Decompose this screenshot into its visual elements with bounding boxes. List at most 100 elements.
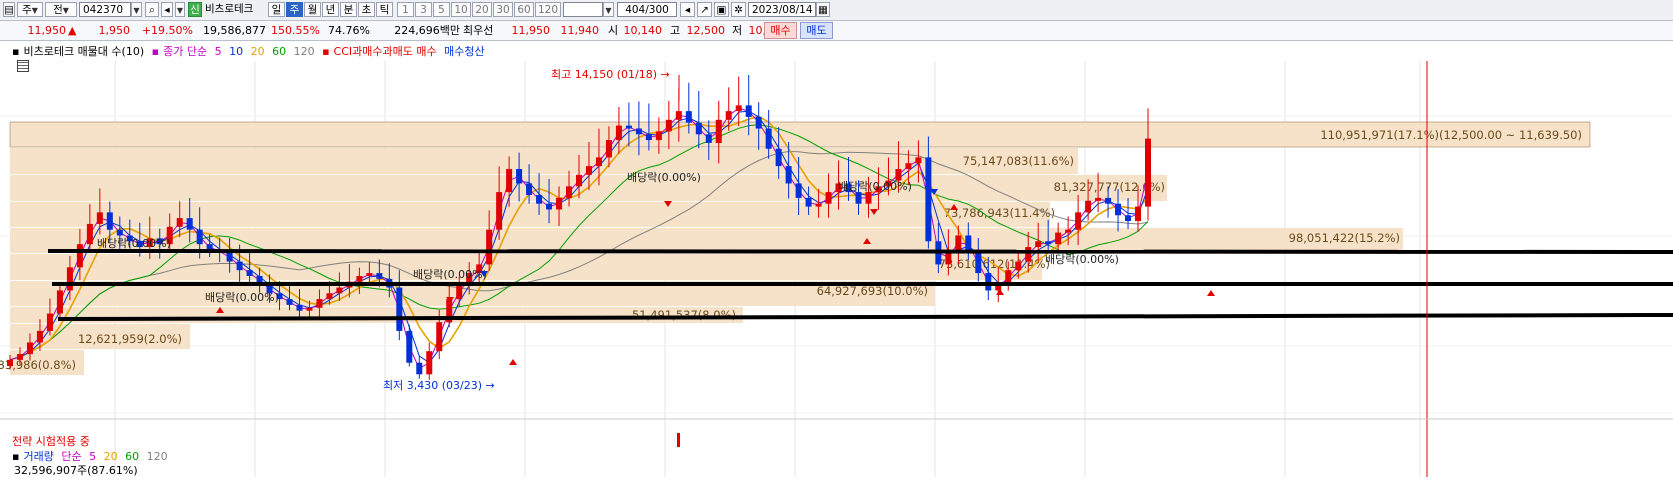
- candle-body: [196, 229, 203, 245]
- dividend-label: 배당락(0.00%): [1045, 253, 1119, 266]
- candle-body: [725, 111, 732, 120]
- candle-body: [486, 229, 493, 265]
- period-month[interactable]: 월: [304, 2, 321, 17]
- period-year[interactable]: 년: [322, 2, 339, 17]
- period-week[interactable]: 주: [286, 2, 303, 17]
- calendar-icon[interactable]: ▦: [816, 2, 830, 17]
- volume: 19,586,877: [203, 24, 266, 37]
- candle-body: [815, 203, 822, 207]
- sell-button[interactable]: 매도: [800, 22, 833, 39]
- volume-profile-label: 73,786,943(11.4%): [944, 206, 1055, 220]
- period-minute[interactable]: 분: [340, 2, 357, 17]
- support-line: [47, 249, 1673, 254]
- volume-bar: [677, 433, 680, 447]
- candle-body: [316, 299, 323, 308]
- stock-code-input[interactable]: 042370: [79, 2, 131, 17]
- candle-body: [396, 287, 403, 331]
- dividend-label: 배당락(0.00%): [97, 237, 171, 250]
- indicator-toggle-icon[interactable]: [17, 60, 29, 72]
- low-label: 저: [732, 24, 743, 37]
- dividend-label: 배당락(0.00%): [413, 268, 487, 281]
- menu-icon[interactable]: ▤: [3, 2, 15, 17]
- candle-body: [685, 111, 692, 123]
- legend-bullet-icon: ▪: [151, 45, 160, 58]
- prev-select[interactable]: 전▼: [45, 2, 77, 17]
- candle-body: [1125, 215, 1132, 222]
- buy-signal-arrow: [1207, 290, 1215, 296]
- interval-5[interactable]: 5: [433, 2, 450, 17]
- strategy-status: 전략 시험적용 중: [12, 435, 90, 448]
- volume-profile-label: 98,051,422(15.2%): [1289, 231, 1400, 245]
- legend-ma20: 20: [250, 45, 265, 58]
- search-icon[interactable]: ⌕: [145, 2, 159, 17]
- high-label: 고: [670, 24, 681, 37]
- dividend-label: 배당락(0.00%): [205, 291, 279, 304]
- speaker-icon[interactable]: ◂: [161, 2, 173, 17]
- low-marker-label: 최저 3,430 (03/23) →: [383, 379, 495, 392]
- dividend-label: 배당락(0.00%): [838, 180, 912, 193]
- legend-ma-label: 종가 단순: [163, 45, 208, 58]
- up-arrow-icon: ▲: [68, 24, 77, 37]
- candle-body: [735, 105, 742, 112]
- candle-body: [86, 223, 93, 245]
- candle-body: [96, 212, 103, 224]
- interval-3[interactable]: 3: [415, 2, 432, 17]
- candle-body: [1065, 229, 1072, 233]
- candle-body: [925, 157, 932, 242]
- date-input[interactable]: 2023/08/14: [748, 2, 816, 17]
- candle-body: [1015, 261, 1022, 271]
- period-second[interactable]: 초: [358, 2, 375, 17]
- display-count-input[interactable]: 404/300: [617, 2, 677, 17]
- custom-interval-dropdown[interactable]: ▼: [603, 2, 614, 17]
- candle-body: [436, 322, 443, 352]
- candle-body: [585, 166, 592, 175]
- candle-body: [456, 284, 463, 300]
- legend-ma10: 10: [229, 45, 244, 58]
- candle-body: [915, 157, 922, 164]
- candle-body: [236, 261, 243, 271]
- candle-body: [56, 290, 63, 314]
- interval-10[interactable]: 10: [451, 2, 471, 17]
- candle-body: [825, 192, 832, 204]
- candle-body: [1145, 138, 1151, 207]
- legend-ma60: 60: [272, 45, 287, 58]
- candle-body: [705, 134, 712, 143]
- price-chart-svg[interactable]: 110,951,971(17.1%)(12,500.00 ~ 11,639.50…: [0, 41, 1673, 477]
- buy-button[interactable]: 매수: [764, 22, 797, 39]
- compare-icon[interactable]: ↗: [697, 2, 712, 17]
- candle-body: [775, 148, 782, 167]
- interval-30[interactable]: 30: [493, 2, 513, 17]
- chevron-down-icon: ▼: [31, 6, 38, 15]
- candle-body: [665, 119, 672, 132]
- market-select[interactable]: 주▼: [17, 2, 43, 17]
- interval-1[interactable]: 1: [397, 2, 414, 17]
- chevron-down-icon: ▼: [62, 6, 69, 15]
- candle-body: [765, 128, 772, 149]
- candle-body: [1025, 247, 1032, 262]
- interval-20[interactable]: 20: [472, 2, 492, 17]
- candle-body: [955, 235, 962, 250]
- candle-body: [795, 183, 802, 198]
- candle-body: [1135, 206, 1142, 222]
- candle-body: [26, 342, 33, 355]
- save-icon[interactable]: ▣: [714, 2, 729, 17]
- period-tick[interactable]: 틱: [376, 2, 393, 17]
- code-dropdown-button[interactable]: ▼: [131, 2, 142, 17]
- candle-body: [76, 244, 83, 268]
- speaker-dropdown[interactable]: ▼: [175, 2, 185, 17]
- candle-body: [226, 252, 233, 262]
- price-chart-area[interactable]: 110,951,971(17.1%)(12,500.00 ~ 11,639.50…: [0, 41, 1673, 477]
- interval-120[interactable]: 120: [535, 2, 561, 17]
- custom-interval-input[interactable]: [563, 2, 603, 17]
- zoom-in-icon[interactable]: ◂: [680, 2, 695, 17]
- open-label: 시: [608, 24, 619, 37]
- period-day[interactable]: 일: [268, 2, 285, 17]
- candle-body: [635, 128, 642, 135]
- chevron-down-icon: ▼: [176, 6, 184, 15]
- candle-body: [1085, 200, 1092, 213]
- interval-60[interactable]: 60: [514, 2, 534, 17]
- candle-body: [176, 218, 183, 227]
- candle-body: [745, 105, 752, 117]
- candle-body: [785, 166, 792, 184]
- gear-icon[interactable]: ✲: [731, 2, 746, 17]
